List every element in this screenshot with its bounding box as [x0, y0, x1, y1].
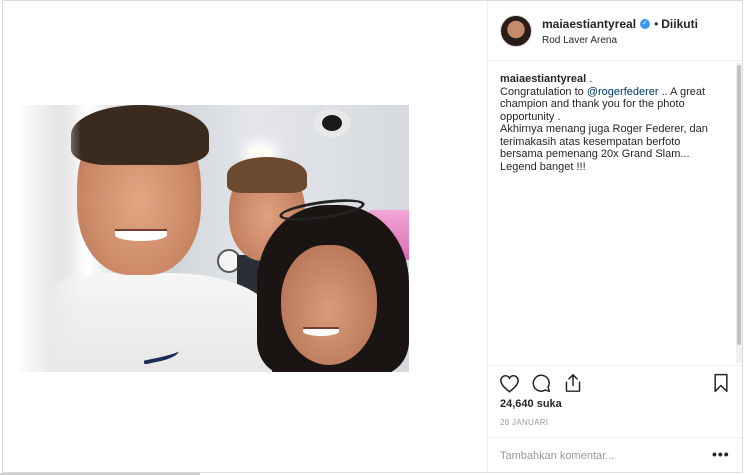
post-date[interactable]: 28 JANUARI [500, 418, 548, 427]
photo-left-fade [17, 105, 81, 372]
caption-dot: . [589, 73, 593, 85]
caption-mention-link[interactable]: @rogerfederer [587, 86, 659, 98]
post-actions-bar [488, 365, 742, 399]
like-button[interactable] [498, 372, 520, 394]
share-icon [565, 374, 581, 392]
save-button[interactable] [710, 372, 732, 394]
caption-english: Congratulation to @rogerfederer .. A gre… [500, 86, 726, 124]
comment-button[interactable] [530, 372, 552, 394]
photo-maia-smile [303, 327, 339, 336]
avatar[interactable] [500, 15, 532, 47]
location-link[interactable]: Rod Laver Arena [542, 35, 617, 46]
caption-congrats-prefix: Congratulation to [500, 85, 587, 98]
comment-input[interactable] [500, 448, 700, 464]
photo-maia-face [281, 245, 377, 365]
share-button[interactable] [562, 372, 584, 394]
caption-username[interactable]: maiaestiantyreal [500, 73, 586, 85]
post-media-area [3, 1, 488, 472]
header-username[interactable]: maiaestiantyreal [542, 17, 636, 31]
verified-badge-icon: ✓ [640, 19, 651, 29]
photo-background-man-hair [227, 157, 307, 193]
photo-federer-smile [115, 229, 167, 241]
bookmark-icon [714, 373, 728, 393]
likes-count[interactable]: 24,640 suka [500, 398, 562, 410]
follow-button[interactable]: Diikuti [661, 17, 698, 31]
comment-bar: ••• [488, 437, 742, 472]
caption-scrollbar-thumb[interactable] [737, 65, 741, 345]
comment-icon [532, 374, 551, 393]
photo-federer-hair [71, 105, 209, 165]
post-side-panel: maiaestiantyreal ✓ • Diikuti Rod Laver A… [488, 1, 742, 472]
post-header: maiaestiantyreal ✓ • Diikuti Rod Laver A… [488, 1, 742, 61]
post-caption: maiaestiantyreal . Congratulation to @ro… [500, 73, 726, 173]
more-options-button[interactable]: ••• [712, 446, 730, 462]
post-photo[interactable] [17, 105, 409, 372]
post-dialog: maiaestiantyreal ✓ • Diikuti Rod Laver A… [2, 0, 743, 473]
photo-ceiling-light [249, 147, 273, 157]
caption-indonesian: Akhirnya menang juga Roger Federer, dan … [500, 123, 708, 173]
heart-icon [499, 374, 519, 393]
header-separator: • [654, 17, 659, 31]
caption-first-line: maiaestiantyreal . [500, 73, 726, 86]
photo-camera-lens [322, 115, 342, 131]
header-user-line: maiaestiantyreal ✓ • Diikuti [542, 17, 698, 31]
